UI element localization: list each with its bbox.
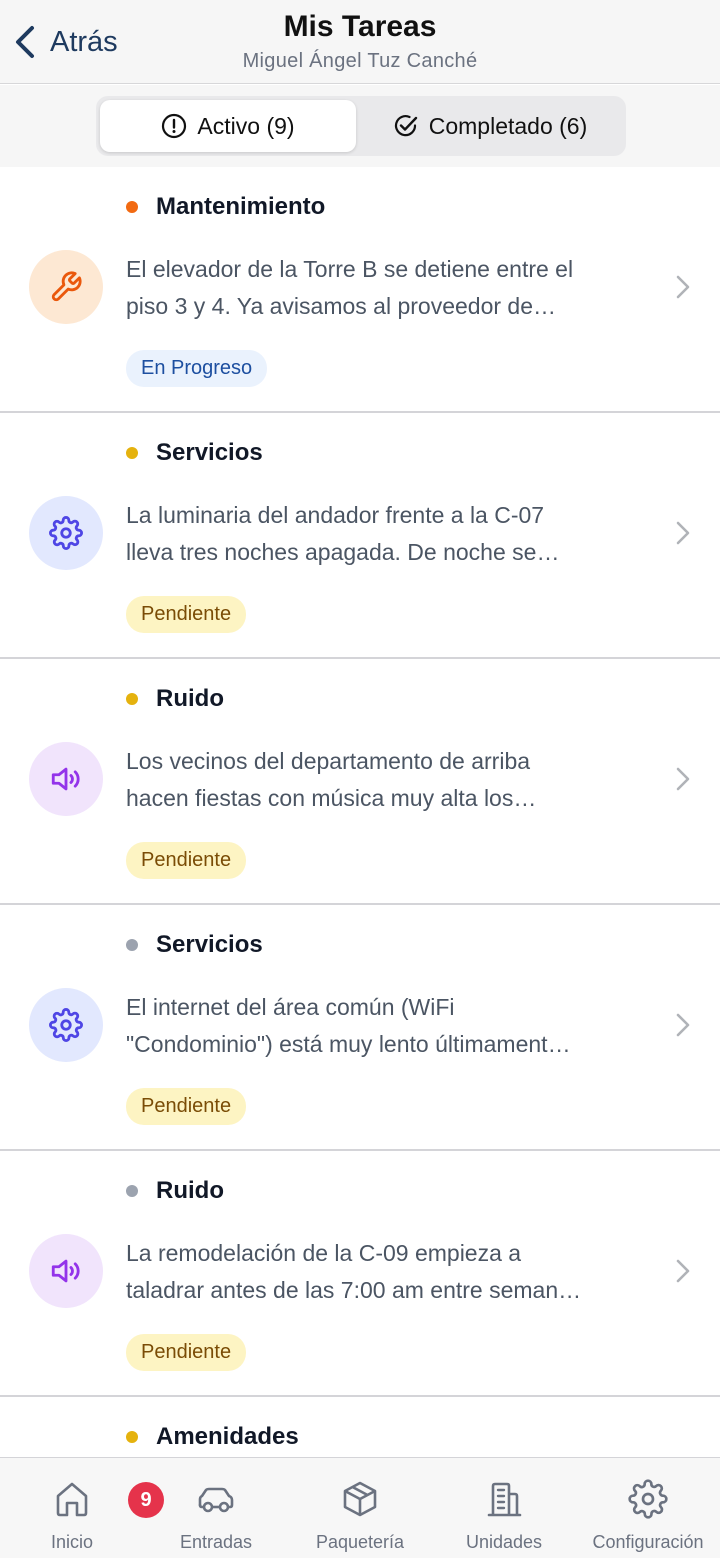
chevron-right-icon xyxy=(676,521,690,545)
priority-dot xyxy=(126,201,138,213)
description-line: La luminaria del andador frente a la C-0… xyxy=(126,502,545,528)
alert-circle-icon xyxy=(162,113,187,139)
priority-dot xyxy=(126,447,138,459)
wrench-icon xyxy=(29,250,103,324)
gear-icon xyxy=(29,496,103,570)
description-line: hacen fiestas con música muy alta los… xyxy=(126,785,537,811)
status-badge: Pendiente xyxy=(126,1334,247,1371)
segment-active[interactable]: Activo (9) xyxy=(100,100,356,152)
category-label: Amenidades xyxy=(156,1423,299,1450)
segment-completed[interactable]: Completado (6) xyxy=(358,100,622,152)
priority-dot xyxy=(126,939,138,951)
segment-active-label: Activo (9) xyxy=(197,112,295,139)
car-icon xyxy=(198,1487,234,1513)
task-list: Mantenimiento El elevador de la Torre B … xyxy=(0,167,720,1467)
tab-label: Unidades xyxy=(465,1532,543,1552)
tab-unidades[interactable]: Unidades xyxy=(458,1458,550,1558)
segment-completed-label: Completado (6) xyxy=(428,112,588,139)
tab-label: Entradas xyxy=(179,1532,253,1552)
task-card[interactable]: Mantenimiento El elevador de la Torre B … xyxy=(0,167,720,413)
notification-badge: 9 xyxy=(128,1482,164,1518)
task-category: Servicios xyxy=(126,439,263,467)
task-description: El elevador de la Torre B se detiene ent… xyxy=(126,251,656,325)
category-label: Mantenimiento xyxy=(156,193,326,220)
priority-dot xyxy=(126,1185,138,1197)
task-description: El internet del área común (WiFi "Condom… xyxy=(126,989,656,1063)
tab-paqueteria[interactable]: Paquetería xyxy=(308,1458,412,1558)
status-badge: En Progreso xyxy=(126,350,268,387)
description-line: El internet del área común (WiFi xyxy=(126,994,455,1020)
tab-configuracion[interactable]: Configuración xyxy=(584,1458,712,1558)
tab-label: Inicio xyxy=(50,1532,94,1552)
tab-label: Configuración xyxy=(592,1532,704,1552)
segmented-control: Activo (9) Completado (6) xyxy=(96,96,626,156)
speaker-icon xyxy=(29,1234,103,1308)
page-title: Mis Tareas xyxy=(283,10,437,43)
task-description: Los vecinos del departamento de arriba h… xyxy=(126,743,656,817)
status-badge: Pendiente xyxy=(126,842,247,879)
description-line: Los vecinos del departamento de arriba xyxy=(126,748,531,774)
task-category: Ruido xyxy=(126,1177,224,1205)
task-card[interactable]: Ruido Los vecinos del departamento de ar… xyxy=(0,659,720,905)
gear-icon xyxy=(628,1479,668,1519)
task-category: Amenidades xyxy=(126,1423,299,1451)
package-icon xyxy=(343,1481,377,1517)
description-line: El elevador de la Torre B se detiene ent… xyxy=(126,256,574,282)
tab-label: Paquetería xyxy=(315,1532,405,1552)
bottom-tab-bar: Inicio 9 Entradas Paquetería Unidades Co… xyxy=(0,1457,720,1558)
building-icon xyxy=(487,1482,522,1517)
category-label: Servicios xyxy=(156,439,263,466)
description-line: La remodelación de la C-09 empieza a xyxy=(126,1240,522,1266)
description-line: "Condominio") está muy lento últimament… xyxy=(126,1031,571,1057)
task-card[interactable]: Ruido La remodelación de la C-09 empieza… xyxy=(0,1151,720,1397)
task-card[interactable]: Servicios El internet del área común (Wi… xyxy=(0,905,720,1151)
page-subtitle: Miguel Ángel Tuz Canché xyxy=(242,50,478,72)
chevron-right-icon xyxy=(676,275,690,299)
segment-bar: Activo (9) Completado (6) xyxy=(0,85,720,167)
chevron-right-icon xyxy=(676,767,690,791)
task-category: Ruido xyxy=(126,685,224,713)
task-card[interactable]: Servicios La luminaria del andador frent… xyxy=(0,413,720,659)
category-label: Ruido xyxy=(156,685,224,712)
gear-icon xyxy=(29,988,103,1062)
category-label: Servicios xyxy=(156,931,263,958)
chevron-right-icon xyxy=(676,1259,690,1283)
task-category: Mantenimiento xyxy=(126,193,325,221)
status-badge: Pendiente xyxy=(126,1088,247,1125)
speaker-icon xyxy=(29,742,103,816)
tab-inicio[interactable]: Inicio xyxy=(42,1458,102,1558)
description-line: taladrar antes de las 7:00 am entre sema… xyxy=(126,1277,582,1303)
task-description: La remodelación de la C-09 empieza a tal… xyxy=(126,1235,656,1309)
description-line: lleva tres noches apagada. De noche se… xyxy=(126,539,560,565)
tab-entradas[interactable]: Entradas xyxy=(172,1458,260,1558)
description-line: piso 3 y 4. Ya avisamos al proveedor de… xyxy=(126,293,556,319)
priority-dot xyxy=(126,1431,138,1443)
task-description: La luminaria del andador frente a la C-0… xyxy=(126,497,656,571)
category-label: Ruido xyxy=(156,1177,224,1204)
chevron-right-icon xyxy=(676,1013,690,1037)
home-icon xyxy=(56,1482,88,1517)
check-circle-icon xyxy=(394,115,417,137)
nav-header: Atrás Mis Tareas Miguel Ángel Tuz Canché xyxy=(0,0,720,84)
status-badge: Pendiente xyxy=(126,596,247,633)
task-category: Servicios xyxy=(126,931,263,959)
priority-dot xyxy=(126,693,138,705)
